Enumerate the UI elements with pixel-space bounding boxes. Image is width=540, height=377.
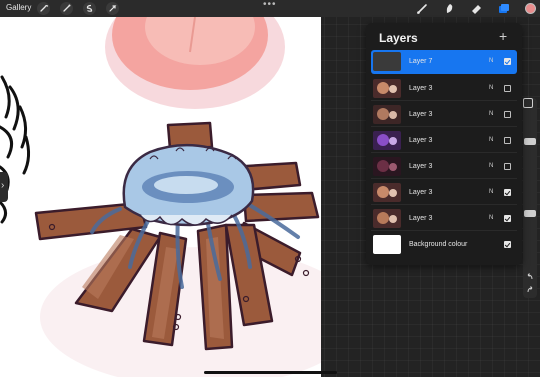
- blend-mode-button[interactable]: N: [489, 161, 493, 172]
- layer-name: Background colour: [409, 241, 468, 248]
- blend-mode-button[interactable]: N: [489, 135, 493, 146]
- visibility-checkbox[interactable]: [504, 215, 511, 222]
- visibility-checkbox[interactable]: [504, 58, 511, 65]
- wrench-icon[interactable]: [37, 2, 50, 15]
- layer-thumbnail: [373, 105, 401, 124]
- add-layer-button[interactable]: +: [499, 27, 507, 45]
- layer-thumbnail: [373, 131, 401, 150]
- layer-row[interactable]: Layer 3 N: [371, 129, 517, 153]
- more-options-icon[interactable]: •••: [263, 0, 277, 10]
- blend-mode-button[interactable]: N: [489, 83, 493, 94]
- layer-thumbnail: [373, 79, 401, 98]
- layer-row[interactable]: Layer 3 N: [371, 103, 517, 127]
- layer-thumbnail: [373, 157, 401, 176]
- layer-name: Layer 3: [409, 85, 433, 92]
- opacity-slider[interactable]: [524, 210, 536, 217]
- modify-button[interactable]: [523, 98, 533, 108]
- layer-row[interactable]: Layer 3 N: [371, 181, 517, 205]
- visibility-checkbox[interactable]: [504, 137, 511, 144]
- layer-row[interactable]: Layer 3 N: [371, 155, 517, 179]
- magic-wand-icon[interactable]: [60, 2, 73, 15]
- layer-name: Layer 3: [409, 163, 433, 170]
- blend-mode-button[interactable]: N: [489, 109, 493, 120]
- layer-thumbnail: [373, 52, 401, 71]
- chevron-right-icon: ›: [1, 180, 5, 191]
- layer-name: Layer 3: [409, 137, 433, 144]
- layer-row-background[interactable]: Background colour: [371, 233, 517, 257]
- layer-name: Layer 3: [409, 215, 433, 222]
- layer-thumbnail: [373, 183, 401, 202]
- transform-icon[interactable]: [106, 2, 119, 15]
- layer-name: Layer 7: [409, 58, 433, 65]
- right-sidebar: [523, 98, 537, 298]
- eraser-icon[interactable]: [469, 1, 484, 16]
- brush-size-slider[interactable]: [524, 138, 536, 145]
- blend-mode-button[interactable]: N: [489, 187, 493, 198]
- layer-row[interactable]: Layer 3 N: [371, 207, 517, 231]
- layers-title: Layers: [379, 31, 418, 45]
- layer-name: Layer 3: [409, 189, 433, 196]
- smudge-icon[interactable]: [442, 1, 457, 16]
- canvas-artwork: [0, 17, 321, 377]
- layer-thumbnail: [373, 235, 401, 254]
- home-indicator: [204, 371, 337, 374]
- visibility-checkbox[interactable]: [504, 241, 511, 248]
- visibility-checkbox[interactable]: [504, 85, 511, 92]
- color-picker-swatch[interactable]: [525, 3, 536, 14]
- sidebar-toggle[interactable]: ›: [0, 172, 8, 202]
- visibility-checkbox[interactable]: [504, 111, 511, 118]
- layer-name: Layer 3: [409, 111, 433, 118]
- procreate-app: Gallery ••• › Layers + Layer 7 N Layer 3…: [0, 0, 540, 377]
- visibility-checkbox[interactable]: [504, 189, 511, 196]
- visibility-checkbox[interactable]: [504, 163, 511, 170]
- layer-thumbnail: [373, 209, 401, 228]
- layers-panel: Layers + Layer 7 N Layer 3 N Layer 3 N L…: [366, 23, 522, 265]
- blend-mode-button[interactable]: N: [489, 56, 493, 67]
- undo-icon[interactable]: [526, 273, 534, 281]
- redo-icon[interactable]: [526, 286, 534, 294]
- selection-icon[interactable]: [83, 2, 96, 15]
- layer-row[interactable]: Layer 3 N: [371, 77, 517, 101]
- drawing-canvas[interactable]: [0, 17, 321, 377]
- top-toolbar: Gallery •••: [0, 0, 540, 17]
- layers-icon[interactable]: [496, 1, 511, 16]
- blend-mode-button[interactable]: N: [489, 213, 493, 224]
- layer-row[interactable]: Layer 7 N: [371, 50, 517, 74]
- gallery-button[interactable]: Gallery: [6, 2, 31, 14]
- brush-icon[interactable]: [415, 1, 430, 16]
